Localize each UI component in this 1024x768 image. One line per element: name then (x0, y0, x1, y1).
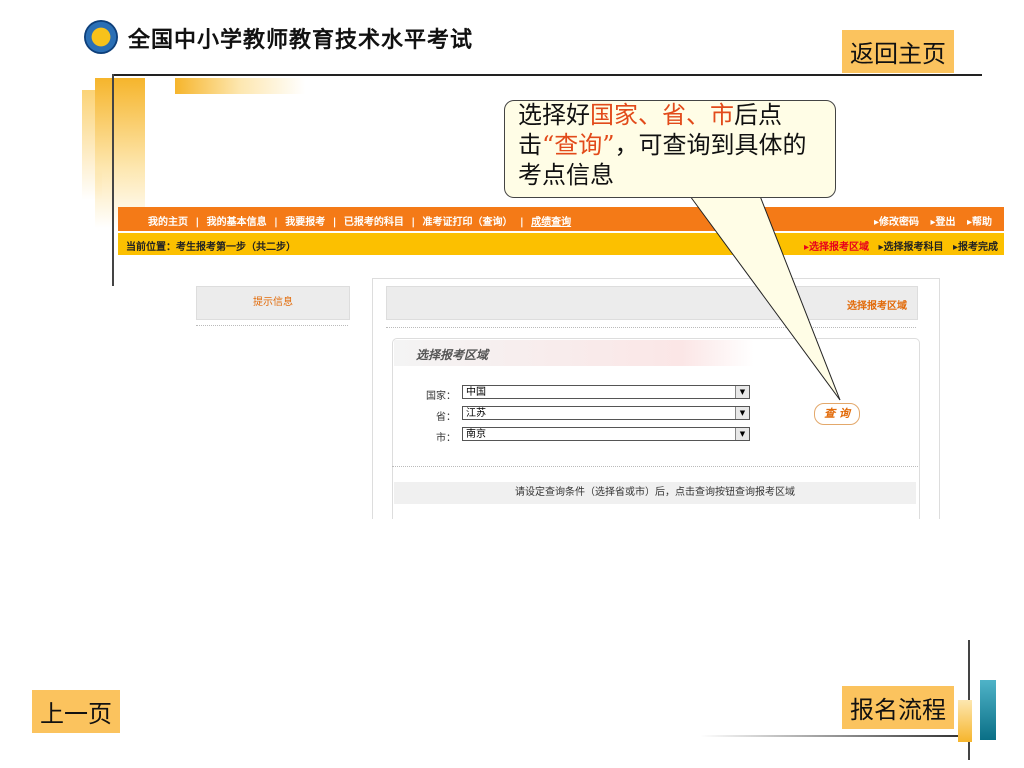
annotation-text: 选择好国家、省、市后点击“查询”，可查询到具体的考点信息 (518, 100, 828, 190)
callout-highlight: 国家、省、市 (590, 101, 734, 129)
callout-text-part: 选择好 (518, 101, 590, 129)
callout-highlight: “查询” (542, 131, 615, 159)
